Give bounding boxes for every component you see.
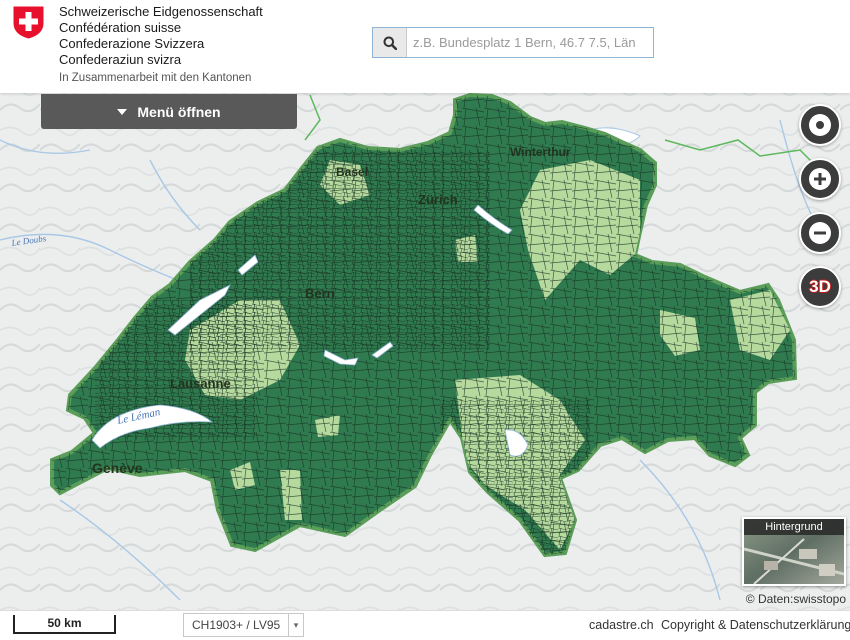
gov-name-it: Confederazione Svizzera — [59, 36, 205, 51]
place-label: Basel — [336, 165, 368, 179]
search-box — [372, 27, 654, 58]
search-input[interactable] — [407, 28, 653, 57]
scale-bar: 50 km — [13, 615, 116, 634]
place-label: Genève — [92, 460, 143, 476]
plus-icon — [809, 168, 831, 190]
zoom-out-button[interactable] — [799, 212, 841, 254]
open-menu-button[interactable]: Menü öffnen — [41, 94, 297, 129]
gov-name-fr: Confédération suisse — [59, 20, 182, 35]
3d-label: 3D — [809, 277, 831, 296]
background-selector[interactable]: Hintergrund — [742, 517, 846, 586]
header-subline: In Zusammenarbeit mit den Kantonen — [59, 72, 252, 84]
cadastre-link[interactable]: cadastre.ch — [589, 618, 654, 632]
3d-toggle-button[interactable]: 3D — [799, 266, 841, 308]
caret-down-icon — [117, 108, 128, 115]
copyright-privacy-link[interactable]: Copyright & Datenschutzerklärung — [661, 618, 850, 632]
data-attribution: © Daten:swisstopo — [745, 592, 846, 606]
gov-name-de: Schweizerische Eidgenossenschaft — [59, 4, 263, 19]
place-label: Bern — [305, 286, 335, 301]
crs-value: CH1903+ / LV95 — [192, 618, 281, 632]
locate-icon — [809, 114, 831, 136]
zoom-in-button[interactable] — [799, 158, 841, 200]
site-header: Schweizerische Eidgenossenschaft Confédé… — [0, 0, 850, 93]
gov-name-rm: Confederaziun svizra — [59, 52, 182, 67]
crs-select[interactable]: CH1903+ / LV95 ▾ — [183, 613, 304, 637]
place-label: Zürich — [418, 192, 458, 207]
government-names: Schweizerische Eidgenossenschaft Confédé… — [59, 4, 263, 68]
locate-button[interactable] — [799, 104, 841, 146]
minus-icon — [809, 222, 831, 244]
place-label: Lausanne — [170, 376, 231, 391]
search-icon — [383, 36, 397, 50]
open-menu-label: Menü öffnen — [137, 103, 221, 120]
place-label: Winterthur — [510, 145, 571, 159]
search-button[interactable] — [373, 28, 407, 57]
swiss-coat-of-arms-icon — [12, 5, 45, 40]
chevron-down-icon: ▾ — [288, 614, 303, 636]
background-title: Hintergrund — [744, 519, 844, 535]
